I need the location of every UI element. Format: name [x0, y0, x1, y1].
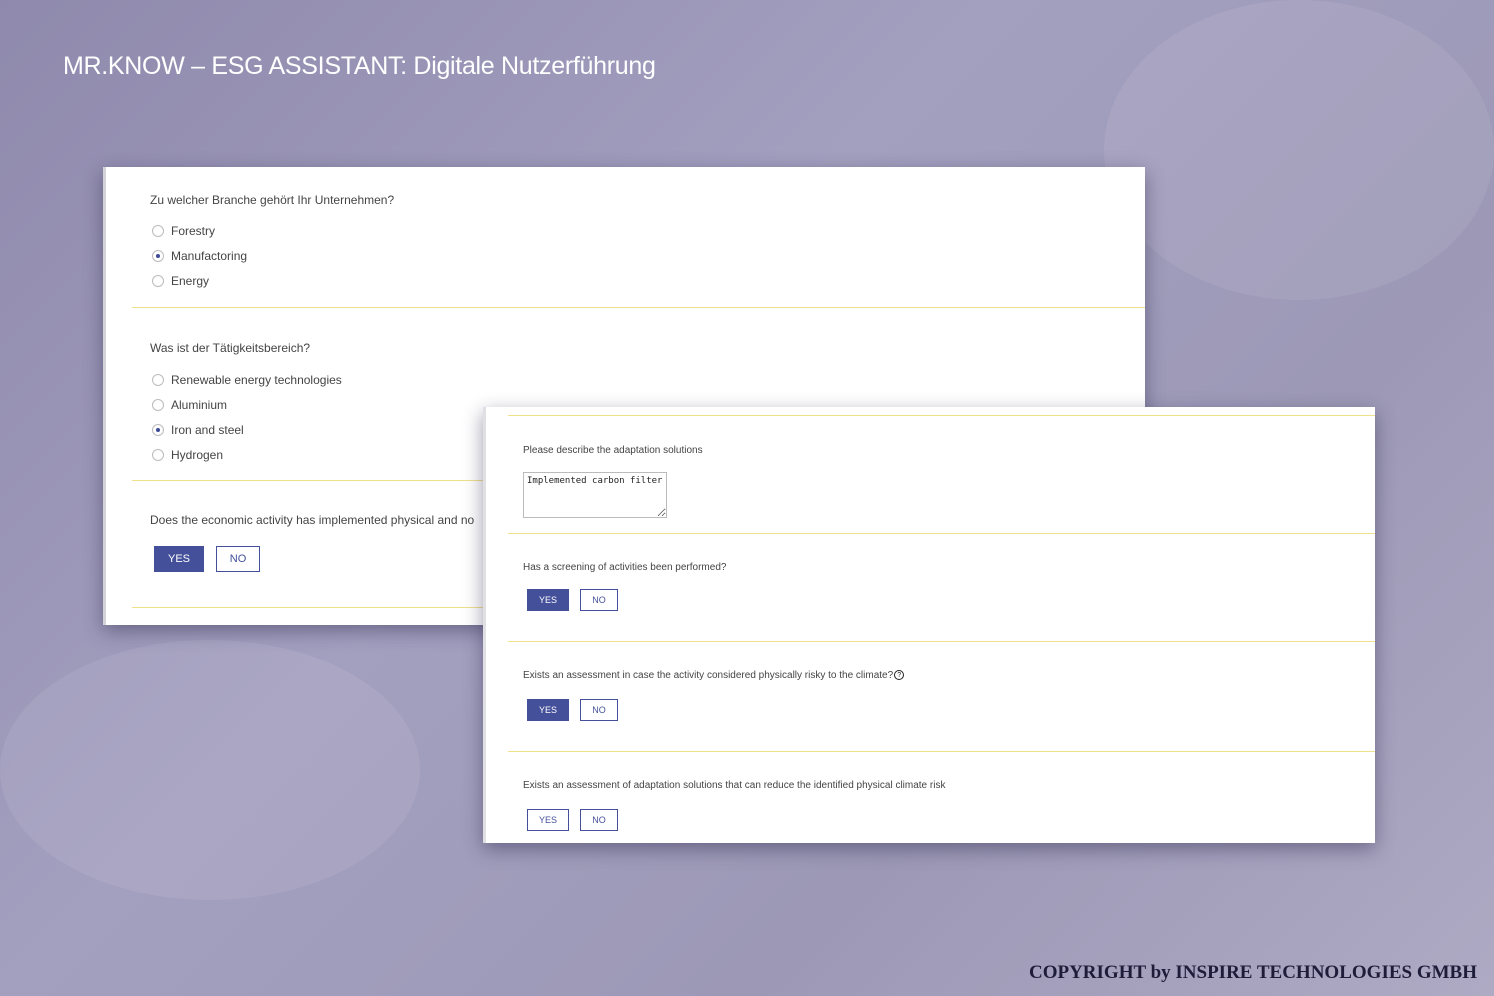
divider [508, 751, 1375, 752]
radio-hydrogen[interactable]: Hydrogen [152, 448, 223, 462]
question-text: Exists an assessment in case the activit… [523, 670, 894, 681]
radio-energy[interactable]: Energy [152, 274, 209, 288]
background-shape [0, 640, 420, 900]
option-label: Energy [171, 274, 210, 288]
option-label: Manufactoring [171, 249, 248, 263]
question-physical-measures: Does the economic activity has implement… [150, 513, 475, 527]
divider [508, 415, 1375, 416]
radio-icon [152, 225, 164, 237]
yes-button[interactable]: YES [527, 809, 569, 831]
divider [508, 533, 1375, 534]
radio-icon [152, 275, 164, 287]
yes-button[interactable]: YES [154, 546, 204, 572]
radio-iron-steel[interactable]: Iron and steel [152, 423, 244, 437]
adaptation-solutions-textarea[interactable]: Implemented carbon filter [523, 472, 667, 518]
no-button[interactable]: NO [580, 809, 618, 831]
option-label: Aluminium [171, 398, 228, 412]
radio-icon [152, 399, 164, 411]
question-adaptation-solutions: Please describe the adaptation solutions [523, 445, 703, 456]
radio-manufactoring[interactable]: Manufactoring [152, 249, 247, 263]
no-button[interactable]: NO [580, 699, 618, 721]
option-label: Renewable energy technologies [171, 373, 342, 387]
radio-icon [152, 449, 164, 461]
divider [132, 307, 1145, 308]
option-label: Forestry [171, 224, 216, 238]
yes-button[interactable]: YES [527, 699, 569, 721]
page-title: MR.KNOW – ESG ASSISTANT: Digitale Nutzer… [63, 52, 656, 80]
divider [508, 641, 1375, 642]
radio-forestry[interactable]: Forestry [152, 224, 215, 238]
option-label: Iron and steel [171, 423, 244, 437]
copyright-notice: COPYRIGHT by INSPIRE TECHNOLOGIES GMBH [1028, 962, 1477, 983]
option-label: Hydrogen [171, 448, 224, 462]
question-risk-assessment: Exists an assessment in case the activit… [523, 670, 905, 681]
radio-checked-icon [152, 424, 164, 436]
question-screening: Has a screening of activities been perfo… [523, 562, 727, 573]
radio-renewable[interactable]: Renewable energy technologies [152, 373, 342, 387]
radio-checked-icon [152, 250, 164, 262]
help-icon[interactable]: ? [894, 670, 905, 680]
no-button[interactable]: NO [216, 546, 260, 572]
radio-icon [152, 374, 164, 386]
background-shape [1104, 0, 1494, 300]
question-adaptation-assessment: Exists an assessment of adaptation solut… [523, 780, 946, 791]
question-branche: Zu welcher Branche gehört Ihr Unternehme… [150, 193, 395, 207]
question-taetigkeit: Was ist der Tätigkeitsbereich? [150, 341, 311, 355]
yes-button[interactable]: YES [527, 589, 569, 611]
radio-aluminium[interactable]: Aluminium [152, 398, 227, 412]
questionnaire-panel-2: Please describe the adaptation solutions… [483, 407, 1375, 843]
no-button[interactable]: NO [580, 589, 618, 611]
